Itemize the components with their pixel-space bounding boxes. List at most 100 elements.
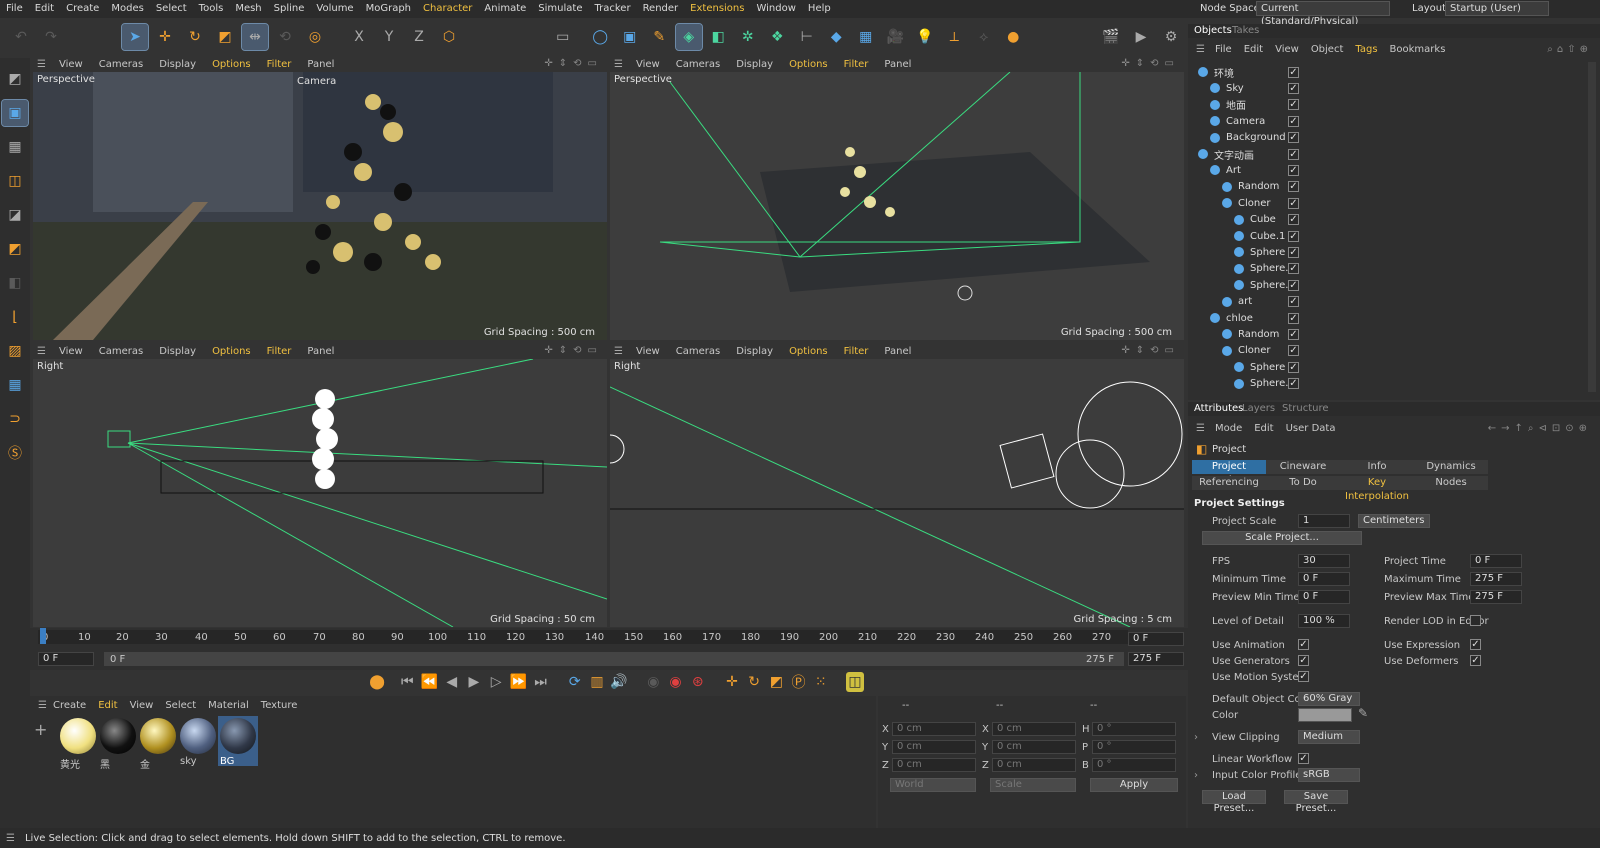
next-key-icon[interactable]: ⏩ xyxy=(509,672,527,692)
use-generators-checkbox[interactable] xyxy=(1298,655,1309,666)
expand-arrow-icon[interactable]: › xyxy=(1194,770,1198,781)
coord-pos-x[interactable]: 0 cm xyxy=(892,722,976,736)
render-region-icon[interactable]: ▭ xyxy=(550,24,576,50)
auto-record-icon[interactable]: ⊛ xyxy=(689,672,707,692)
points-mode-icon[interactable]: ◫ xyxy=(2,168,28,194)
menu-select[interactable]: Select xyxy=(150,0,193,18)
apply-button[interactable]: Apply xyxy=(1090,778,1178,792)
obj-menu-tags[interactable]: Tags xyxy=(1349,44,1383,55)
viewport-right[interactable]: ☰ View Cameras Display Options Filter Pa… xyxy=(33,343,607,627)
rotate-icon[interactable]: ↻ xyxy=(182,24,208,50)
obj-menu-edit[interactable]: Edit xyxy=(1238,44,1269,55)
node-space-select[interactable]: Current (Standard/Physical) xyxy=(1256,1,1390,27)
visibility-toggle[interactable] xyxy=(1288,148,1299,160)
use-motion-checkbox[interactable] xyxy=(1298,671,1309,682)
vp-menu-display[interactable]: Display xyxy=(151,59,204,70)
scrollbar[interactable] xyxy=(1588,62,1596,392)
end-frame-field[interactable]: 275 F xyxy=(1128,652,1184,666)
eyedropper-icon[interactable]: ✎ xyxy=(1358,706,1368,720)
render-settings-icon[interactable]: ⚙ xyxy=(1158,24,1184,50)
coord-size-z[interactable]: 0 cm xyxy=(992,758,1076,772)
viewport-nav-icons[interactable]: ✛⇕⟲▭ xyxy=(544,345,603,356)
tab-layers[interactable]: Layers xyxy=(1242,403,1275,414)
edges-mode-icon[interactable]: ◪ xyxy=(2,202,28,228)
subtab-nodes[interactable]: Nodes xyxy=(1414,476,1488,490)
menu-mograph[interactable]: MoGraph xyxy=(360,0,417,18)
expand-arrow-icon[interactable]: › xyxy=(1194,732,1198,743)
texture-mode-icon[interactable]: ▦ xyxy=(2,134,28,160)
next-frame-icon[interactable]: ▷ xyxy=(487,672,505,692)
y-axis-icon[interactable]: Y xyxy=(376,24,402,50)
menu-create[interactable]: Create xyxy=(60,0,105,18)
field-icon[interactable]: ⊢ xyxy=(794,24,820,50)
max-time-field[interactable]: 275 F xyxy=(1470,572,1522,586)
material-swatch[interactable] xyxy=(100,718,136,754)
vp-menu-cameras[interactable]: Cameras xyxy=(91,59,151,70)
project-scale-unit-select[interactable]: Centimeters xyxy=(1358,514,1430,528)
redo-icon[interactable]: ↷ xyxy=(38,24,64,50)
obj-menu-file[interactable]: File xyxy=(1209,44,1238,55)
hamburger-icon[interactable]: ☰ xyxy=(614,59,628,70)
goto-end-icon[interactable]: ⏭ xyxy=(531,672,549,692)
grid-icon[interactable]: ▦ xyxy=(2,372,28,398)
prev-key-icon[interactable]: ⏪ xyxy=(420,672,438,692)
material-swatch[interactable] xyxy=(60,718,96,754)
tab-attributes[interactable]: Attributes xyxy=(1194,403,1243,414)
camera-icon[interactable]: 🎥 xyxy=(883,24,909,50)
mat-menu-create[interactable]: Create xyxy=(47,700,92,711)
viewport-right-zoom[interactable]: ☰ View Cameras Display Options Filter Pa… xyxy=(610,343,1184,627)
vp-menu-panel[interactable]: Panel xyxy=(299,59,342,70)
vp-menu-display[interactable]: Display xyxy=(728,59,781,70)
visibility-toggle[interactable] xyxy=(1288,181,1299,193)
pen-icon[interactable]: ✎ xyxy=(647,24,673,50)
hamburger-icon[interactable]: ☰ xyxy=(1196,423,1205,434)
scale-icon[interactable]: ◩ xyxy=(212,24,238,50)
obj-menu-bookmarks[interactable]: Bookmarks xyxy=(1384,44,1452,55)
menu-tracker[interactable]: Tracker xyxy=(588,0,636,18)
subtab-project-settings[interactable]: Project Settings xyxy=(1192,460,1266,486)
object-row[interactable]: Cloner xyxy=(1188,343,1560,359)
material-swatch[interactable] xyxy=(140,718,176,754)
mat-menu-edit[interactable]: Edit xyxy=(92,700,123,711)
coord-size-x[interactable]: 0 cm xyxy=(992,722,1076,736)
object-row[interactable]: 文字动画 xyxy=(1188,146,1560,162)
view-clipping-select[interactable]: Medium xyxy=(1298,730,1360,744)
spline-pen-icon[interactable]: ◯ xyxy=(588,24,614,50)
add-material-icon[interactable]: + xyxy=(34,720,54,740)
tag-icon[interactable]: ⟡ xyxy=(971,24,997,50)
vp-menu-panel[interactable]: Panel xyxy=(299,346,342,357)
render-picture-viewer-icon[interactable]: ▶ xyxy=(1128,24,1154,50)
coord-pos-z[interactable]: 0 cm xyxy=(892,758,976,772)
key-scale-icon[interactable]: ◩ xyxy=(767,672,785,692)
motion-clip-icon[interactable]: ◫ xyxy=(845,672,865,692)
viewport-nav-icons[interactable]: ✛⇕⟲▭ xyxy=(1121,345,1180,356)
object-row[interactable]: Sphere xyxy=(1188,359,1560,375)
object-row[interactable]: Background xyxy=(1188,130,1560,146)
light-icon[interactable]: 💡 xyxy=(912,24,938,50)
visibility-toggle[interactable] xyxy=(1288,99,1299,111)
vp-menu-view[interactable]: View xyxy=(628,59,668,70)
magnet-icon[interactable]: ⊃ xyxy=(2,406,28,432)
attr-menu-mode[interactable]: Mode xyxy=(1209,423,1248,434)
autokey-icon[interactable]: ◉ xyxy=(644,672,662,692)
visibility-toggle[interactable] xyxy=(1288,279,1299,291)
input-profile-select[interactable]: sRGB xyxy=(1298,768,1360,782)
vp-menu-cameras[interactable]: Cameras xyxy=(91,346,151,357)
object-row[interactable]: Sphere.2 xyxy=(1188,376,1560,392)
visibility-toggle[interactable] xyxy=(1288,378,1299,390)
obj-menu-object[interactable]: Object xyxy=(1305,44,1350,55)
vp-menu-panel[interactable]: Panel xyxy=(876,346,919,357)
vp-menu-display[interactable]: Display xyxy=(728,346,781,357)
vp-menu-view[interactable]: View xyxy=(51,59,91,70)
fps-icon[interactable]: ▥ xyxy=(588,672,606,692)
mat-menu-texture[interactable]: Texture xyxy=(255,700,304,711)
subtab-cineware[interactable]: Cineware xyxy=(1266,460,1340,474)
object-row[interactable]: Camera xyxy=(1188,113,1560,129)
hamburger-icon[interactable]: ☰ xyxy=(6,833,15,844)
material-tag-icon[interactable]: ● xyxy=(1001,24,1027,50)
viewport-perspective-camera[interactable]: ☰ View Cameras Display Options Filter Pa… xyxy=(33,56,607,340)
subtab-key-interpolation[interactable]: Key Interpolation xyxy=(1340,476,1414,502)
menu-file[interactable]: File xyxy=(0,0,29,18)
key-rotation-icon[interactable]: ↻ xyxy=(745,672,763,692)
visibility-toggle[interactable] xyxy=(1288,263,1299,275)
